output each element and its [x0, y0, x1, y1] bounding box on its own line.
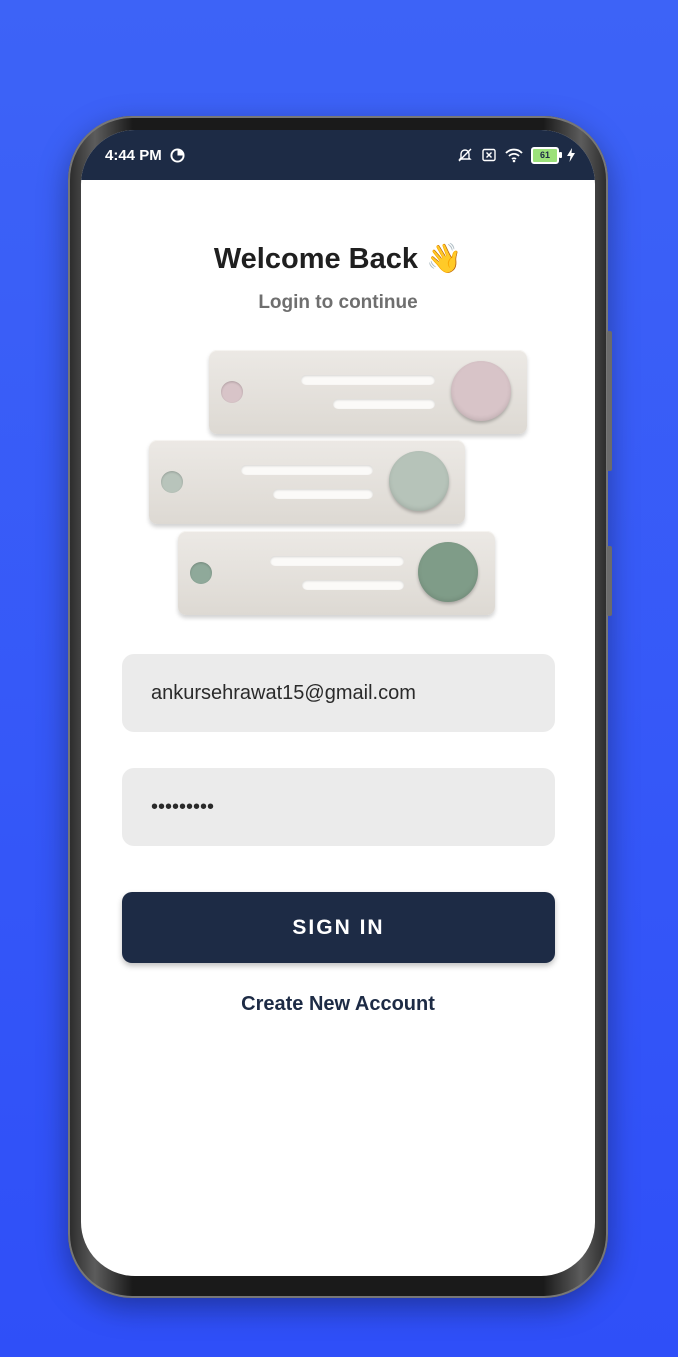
card-line: [301, 375, 435, 385]
card-dot: [190, 562, 212, 584]
battery-level: 61: [539, 150, 550, 160]
create-account-link[interactable]: Create New Account: [81, 993, 595, 1016]
status-time: 4:44 PM: [105, 146, 162, 164]
phone-screen: 4:44 PM 61 Welcome Back 👋 Login to conti…: [81, 130, 595, 1276]
phone-frame: 4:44 PM 61 Welcome Back 👋 Login to conti…: [68, 116, 612, 1298]
card-line: [302, 580, 404, 590]
sign-in-button[interactable]: SIGN IN: [122, 892, 555, 963]
card-knob: [451, 361, 511, 421]
waving-hand-icon: 👋: [426, 243, 463, 275]
wifi-icon: [505, 148, 523, 163]
email-field[interactable]: [122, 654, 555, 732]
card-dot: [221, 381, 243, 403]
card-line: [241, 465, 373, 475]
password-field[interactable]: [122, 768, 555, 846]
card-line: [273, 489, 373, 499]
illustration-card-1: [209, 350, 527, 434]
card-dot: [161, 471, 183, 493]
illustration-card-3: [178, 531, 495, 615]
email-input[interactable]: [149, 680, 528, 706]
login-page: Welcome Back 👋 Login to continue ankurse…: [81, 180, 595, 1276]
bell-off-icon: [458, 148, 472, 162]
page-title: Welcome Back 👋: [81, 242, 595, 276]
status-bar: 4:44 PM 61: [81, 130, 595, 180]
charging-icon: [567, 148, 575, 162]
sim-x-icon: [482, 148, 496, 162]
volume-button: [607, 331, 612, 471]
battery-icon: 61: [531, 146, 562, 164]
page-subtitle: Login to continue: [258, 292, 418, 313]
data-saver-icon: [170, 147, 185, 163]
illustration-card-2: [149, 440, 465, 524]
card-line: [270, 556, 404, 566]
title-text: Welcome Back: [213, 243, 418, 275]
card-knob: [418, 542, 478, 602]
card-knob: [389, 451, 449, 511]
password-input[interactable]: [149, 794, 528, 820]
power-button: [607, 546, 612, 616]
card-line: [333, 399, 435, 409]
